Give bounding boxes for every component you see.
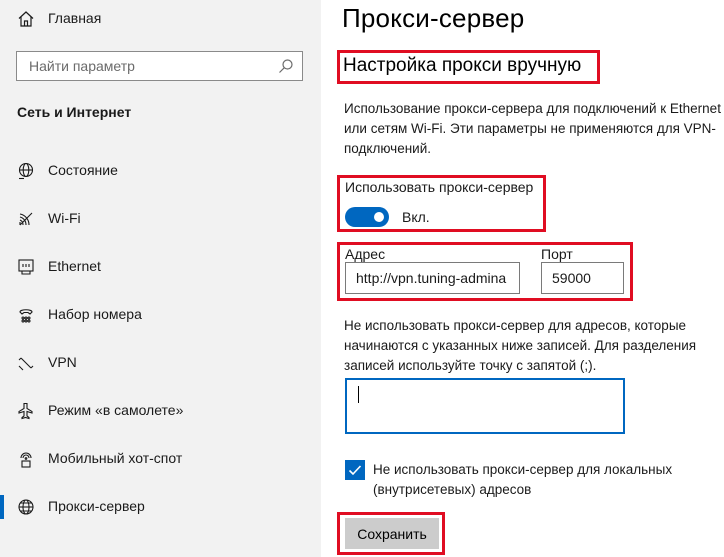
- exclusions-textarea[interactable]: [345, 378, 625, 434]
- port-input[interactable]: 59000: [541, 262, 624, 294]
- airplane-icon: [17, 402, 35, 420]
- sidebar-item-label: Мобильный хот-спот: [48, 450, 183, 466]
- sidebar-item-label: Ethernet: [48, 258, 101, 274]
- sidebar-item-status[interactable]: Состояние: [0, 151, 321, 191]
- dialup-icon: [17, 306, 35, 324]
- sidebar-item-label: Wi-Fi: [48, 210, 81, 226]
- local-bypass-label: Не использовать прокси-сервер для локаль…: [373, 462, 673, 497]
- sidebar-item-ethernet[interactable]: Ethernet: [0, 247, 321, 287]
- main-panel: Прокси-сервер Настройка прокси вручную И…: [321, 0, 724, 557]
- save-button[interactable]: Сохранить: [345, 518, 439, 549]
- use-proxy-toggle[interactable]: [345, 207, 389, 227]
- sidebar-item-airplane[interactable]: Режим «в самолете»: [0, 391, 321, 431]
- vpn-icon: [17, 354, 35, 372]
- search-placeholder: Найти параметр: [29, 58, 135, 74]
- sidebar-item-label: Состояние: [48, 162, 118, 178]
- search-input[interactable]: Найти параметр: [16, 51, 303, 81]
- checkmark-icon: [348, 465, 362, 476]
- sidebar: Главная Найти параметр Сеть и Интернет С…: [0, 0, 321, 557]
- active-indicator: [0, 495, 4, 519]
- proxy-description: Использование прокси-сервера для подключ…: [344, 101, 721, 156]
- home-nav-item[interactable]: Главная: [0, 0, 321, 38]
- wifi-icon: [17, 210, 35, 228]
- text-caret: [358, 386, 359, 403]
- address-input[interactable]: http://vpn.tuning-admina: [345, 262, 520, 294]
- sidebar-item-dialup[interactable]: Набор номера: [0, 295, 321, 335]
- toggle-knob: [374, 212, 384, 222]
- toggle-state-label: Вкл.: [402, 209, 430, 225]
- section-subtitle: Настройка прокси вручную: [343, 55, 582, 76]
- sidebar-item-wifi[interactable]: Wi-Fi: [0, 199, 321, 239]
- section-title: Сеть и Интернет: [17, 104, 132, 120]
- ethernet-icon: [17, 258, 35, 276]
- page-title: Прокси-сервер: [342, 3, 525, 33]
- sidebar-item-label: Режим «в самолете»: [48, 402, 184, 418]
- home-icon: [17, 10, 35, 28]
- use-proxy-label: Использовать прокси-сервер: [345, 179, 534, 195]
- search-icon[interactable]: [278, 58, 294, 74]
- sidebar-item-label: Прокси-сервер: [48, 498, 145, 514]
- local-bypass-checkbox[interactable]: [345, 460, 365, 480]
- sidebar-item-hotspot[interactable]: Мобильный хот-спот: [0, 439, 321, 479]
- sidebar-item-label: VPN: [48, 354, 77, 370]
- globe-icon: [17, 498, 35, 516]
- sidebar-item-label: Набор номера: [48, 306, 142, 322]
- hotspot-icon: [17, 450, 35, 468]
- home-label: Главная: [48, 10, 102, 26]
- exclusions-description: Не использовать прокси-сервер для адресо…: [344, 318, 697, 373]
- globe-status-icon: [17, 162, 35, 180]
- address-label: Адрес: [345, 246, 386, 262]
- sidebar-item-proxy[interactable]: Прокси-сервер: [0, 487, 321, 527]
- sidebar-item-vpn[interactable]: VPN: [0, 343, 321, 383]
- port-label: Порт: [541, 246, 573, 262]
